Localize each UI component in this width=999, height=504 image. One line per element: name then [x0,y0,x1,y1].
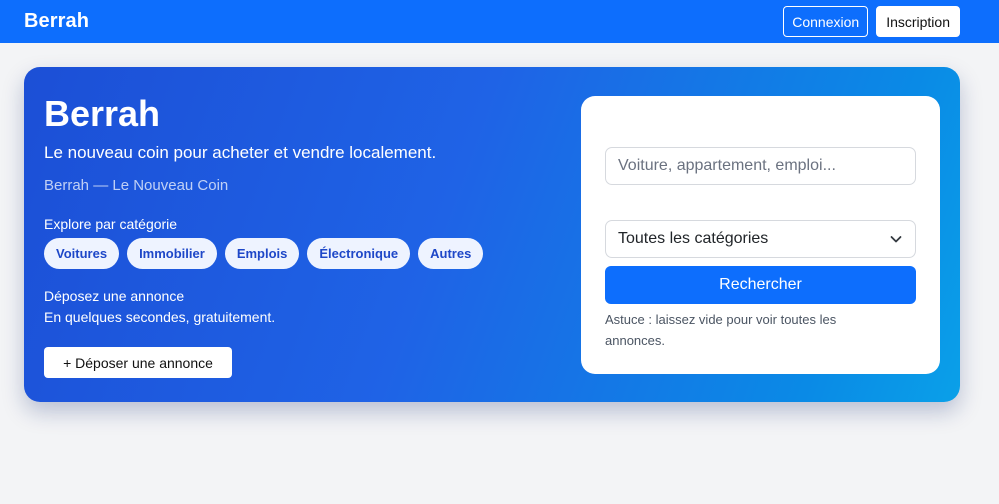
category-chips: Voitures Immobilier Emplois Électronique… [44,238,484,269]
chevron-down-icon [889,232,903,246]
deposit-subtitle: En quelques secondes, gratuitement. [44,309,276,325]
post-ad-button[interactable]: + Déposer une annonce [44,347,232,378]
category-select[interactable]: Toutes les catégories [605,220,916,258]
deposit-title: Déposez une annonce [44,288,185,304]
hero-subtitle: Berrah — Le Nouveau Coin [44,177,229,194]
top-navbar: Berrah Connexion Inscription [0,0,999,43]
search-button[interactable]: Rechercher [605,266,916,304]
category-chip-immobilier[interactable]: Immobilier [127,238,217,269]
signup-button[interactable]: Inscription [876,6,960,37]
category-chip-autres[interactable]: Autres [418,238,484,269]
search-input[interactable] [605,147,916,185]
hero-title: Berrah [44,93,161,134]
category-chip-voitures[interactable]: Voitures [44,238,120,269]
hero-tagline: Le nouveau coin pour acheter et vendre l… [44,143,437,162]
search-card: Toutes les catégories Rechercher Astuce … [581,96,940,374]
explore-category-label: Explore par catégorie [44,216,178,232]
nav-actions: Connexion Inscription [783,6,960,37]
hero-banner: Berrah Le nouveau coin pour acheter et v… [24,67,960,402]
category-chip-emplois[interactable]: Emplois [224,238,300,269]
brand-logo[interactable]: Berrah [24,10,89,33]
category-select-value: Toutes les catégories [618,230,769,247]
search-tip: Astuce : laissez vide pour voir toutes l… [605,312,837,348]
category-chip-electronique[interactable]: Électronique [307,238,411,269]
login-button[interactable]: Connexion [783,6,869,37]
